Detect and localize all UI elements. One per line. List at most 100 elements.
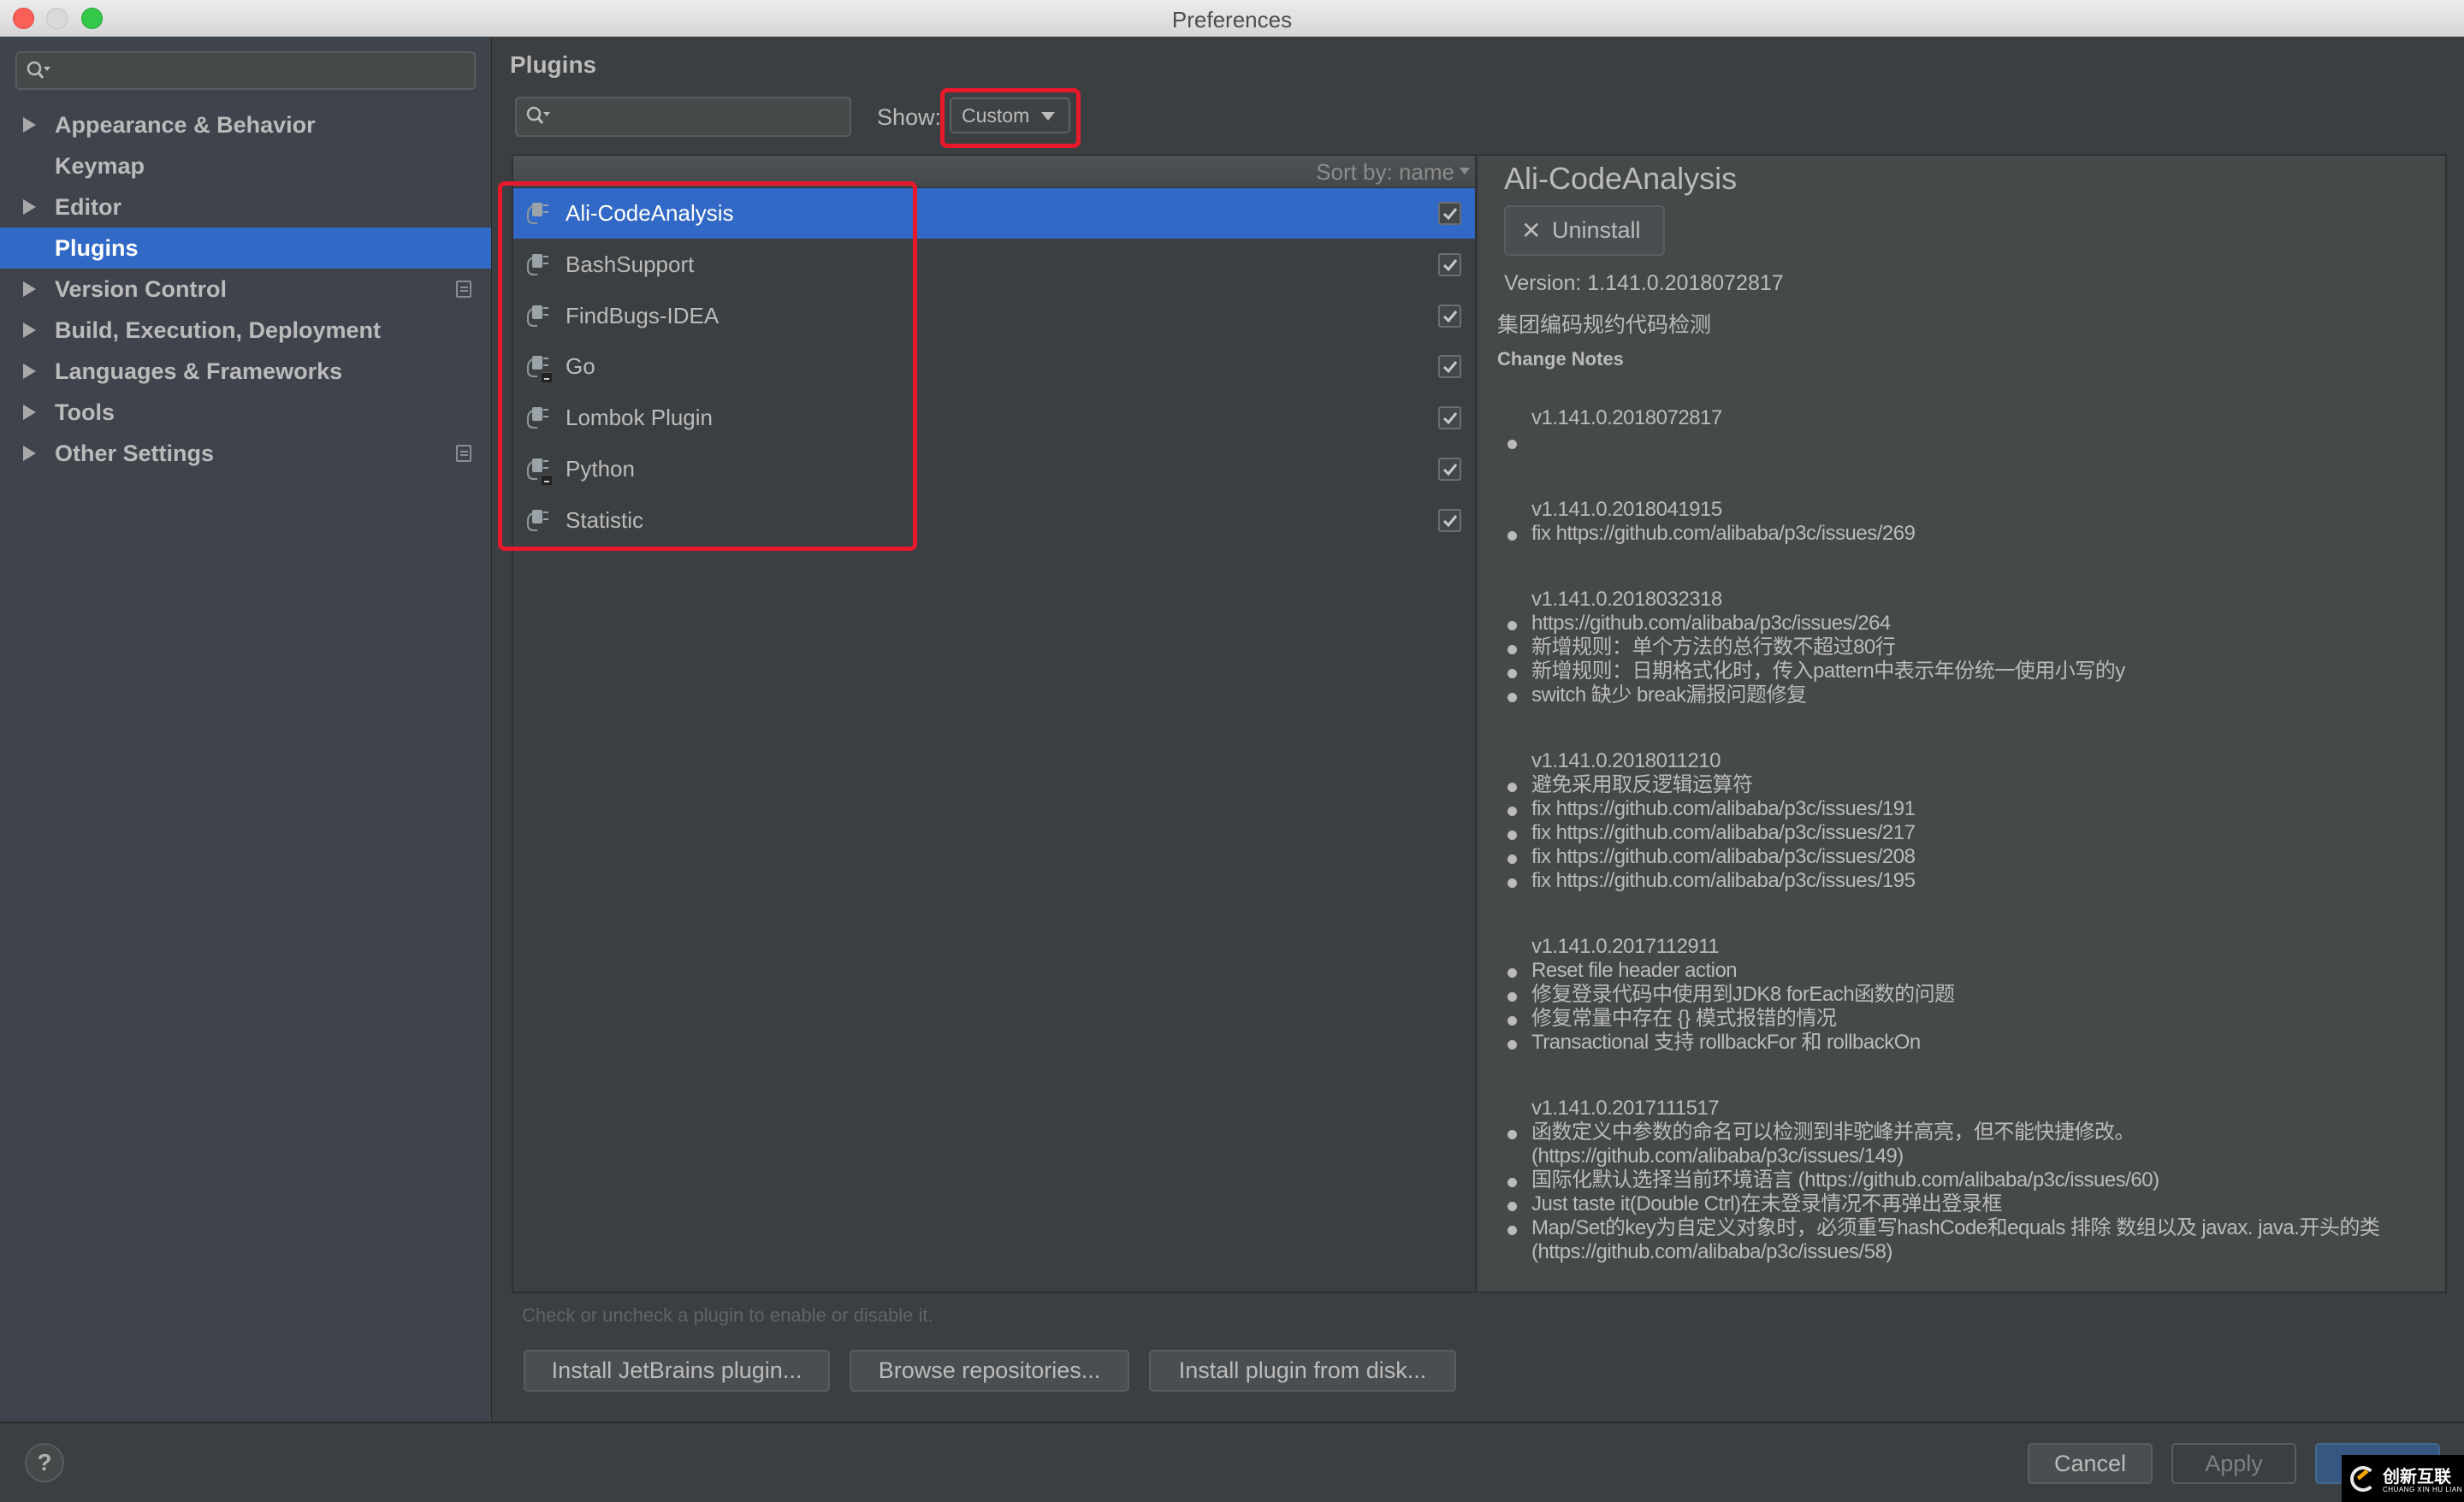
expand-arrow-icon[interactable] [23, 281, 36, 297]
install-jetbrains-plugin-button[interactable]: Install JetBrains plugin... [524, 1350, 830, 1392]
release-note-item: 函数定义中参数的命名可以检测到非驼峰并高亮，但不能快捷修改。(https://g… [1497, 1121, 2438, 1168]
bullet-icon [1507, 440, 1517, 449]
sidebar-item-version-control[interactable]: Version Control [0, 269, 491, 310]
bullet-icon [1507, 645, 1517, 654]
release-version: v1.141.0.2018072817 [1531, 406, 1722, 429]
release-note-text: fix https://github.com/alibaba/p3c/issue… [1531, 821, 1916, 844]
sidebar-item-label: Appearance & Behavior [55, 112, 316, 138]
page-title: Plugins [510, 51, 597, 78]
show-filter-label: Show: [877, 104, 942, 130]
release-version: v1.141.0.2018032318 [1531, 588, 1722, 611]
release-note-text: 修复登录代码中使用到JDK8 forEach函数的问题 [1531, 983, 1955, 1006]
release-note-item: fix https://github.com/alibaba/p3c/issue… [1497, 845, 2438, 869]
release-note-text: 新增规则：单个方法的总行数不超过80行 [1531, 636, 1896, 659]
apply-button[interactable]: Apply [2171, 1443, 2296, 1484]
sidebar-item-plugins[interactable]: Plugins [0, 228, 491, 269]
plugin-enabled-checkbox[interactable] [1438, 202, 1461, 225]
release-note-text: fix https://github.com/alibaba/p3c/issue… [1531, 522, 1916, 545]
plugin-detail-pane: Ali-CodeAnalysis ✕ Uninstall Version: 1.… [1478, 154, 2447, 1293]
release-note-item: 修复常量中存在 {} 模式报错的情况 [1497, 1007, 2438, 1031]
plugin-row[interactable]: Python [513, 444, 1475, 494]
plugin-enabled-checkbox[interactable] [1438, 458, 1461, 481]
sidebar-item-tools[interactable]: Tools [0, 392, 491, 433]
sidebar-item-label: Keymap [55, 153, 145, 179]
expand-arrow-icon[interactable] [23, 405, 36, 420]
sidebar-search-input[interactable] [15, 51, 476, 90]
plugin-icon [525, 303, 551, 328]
project-settings-icon [456, 445, 471, 462]
release-note-item: 新增规则：日期格式化时，传入pattern中表示年份统一使用小写的y [1497, 659, 2438, 683]
plugin-search-input[interactable] [515, 97, 851, 137]
expand-arrow-icon[interactable] [23, 364, 36, 379]
sort-by-dropdown[interactable]: Sort by: name [1316, 159, 1454, 186]
release-notes: v1.141.0.2018032318 https://github.com/al… [1497, 587, 2438, 707]
watermark-subtext: CHUANG XIN HU LIAN [2383, 1486, 2463, 1493]
sidebar-item-keymap[interactable]: Keymap [0, 145, 491, 186]
expand-arrow-icon[interactable] [23, 117, 36, 133]
release-note-item: 新增规则：单个方法的总行数不超过80行 [1497, 636, 2438, 659]
release-note-item: fix https://github.com/alibaba/p3c/issue… [1497, 869, 2438, 893]
release-note-item: fix https://github.com/alibaba/p3c/issue… [1497, 522, 2438, 546]
browse-repositories-button[interactable]: Browse repositories... [850, 1350, 1129, 1392]
install-plugin-from-disk-button[interactable]: Install plugin from disk... [1149, 1350, 1456, 1392]
plugin-detail-name: Ali-CodeAnalysis [1504, 161, 1738, 196]
uninstall-label: Uninstall [1552, 217, 1641, 243]
release-note-item: 避免采用取反逻辑运算符 [1497, 773, 2438, 797]
expand-arrow-icon[interactable] [23, 446, 36, 461]
release-note-item: switch 缺少 break漏报问题修复 [1497, 683, 2438, 707]
release-note-text: fix https://github.com/alibaba/p3c/issue… [1531, 869, 1916, 892]
cancel-button[interactable]: Cancel [2028, 1443, 2153, 1484]
plugin-name: Ali-CodeAnalysis [566, 200, 734, 226]
plugin-name: Lombok Plugin [566, 405, 713, 431]
release-note-text: 函数定义中参数的命名可以检测到非驼峰并高亮，但不能快捷修改。(https://g… [1531, 1121, 2135, 1168]
plugin-row[interactable]: BashSupport [513, 239, 1475, 290]
expand-arrow-icon[interactable] [23, 322, 36, 338]
expand-arrow-icon[interactable] [23, 199, 36, 215]
release-version: v1.141.0.2017111517 [1531, 1097, 1720, 1120]
bullet-icon [1507, 878, 1517, 888]
plugin-enabled-checkbox[interactable] [1438, 304, 1461, 328]
sidebar-item-languages-frameworks[interactable]: Languages & Frameworks [0, 351, 491, 392]
bullet-icon [1507, 992, 1517, 1002]
plugin-enabled-checkbox[interactable] [1438, 406, 1461, 430]
sidebar-item-label: Languages & Frameworks [55, 358, 343, 384]
uninstall-button[interactable]: ✕ Uninstall [1504, 205, 1665, 256]
chevron-down-icon [1460, 168, 1470, 174]
sidebar-item-label: Version Control [55, 276, 228, 302]
release-note-text: https://github.com/alibaba/p3c/issues/26… [1531, 612, 1891, 635]
plugin-enabled-checkbox[interactable] [1438, 252, 1461, 276]
sidebar-item-build-execution-deployment[interactable]: Build, Execution, Deployment [0, 310, 491, 351]
bullet-icon [1507, 1130, 1517, 1139]
sidebar-item-label: Editor [55, 194, 121, 220]
plugin-list: Sort by: name Ali-CodeAnalysis BashSuppor… [512, 154, 1477, 1293]
release-notes: v1.141.0.2018011210 避免采用取反逻辑运算符 fix https:… [1497, 748, 2438, 893]
sidebar-item-editor[interactable]: Editor [0, 186, 491, 228]
plugin-name: Go [566, 353, 595, 380]
release-note-item: 国际化默认选择当前环境语言 (https://github.com/alibab… [1497, 1168, 2438, 1192]
watermark-logo: 创新互联 CHUANG XIN HU LIAN [2342, 1455, 2464, 1502]
release-note-text: Transactional 支持 rollbackFor 和 rollbackO… [1531, 1031, 1921, 1054]
plugin-enabled-checkbox[interactable] [1438, 355, 1461, 379]
bullet-icon [1507, 783, 1517, 792]
change-notes: v1.141.0.2018072817 v1.141.0.2018041915 fi… [1497, 405, 2438, 1292]
window-title: Preferences [1171, 7, 1293, 33]
plugin-enabled-checkbox[interactable] [1438, 508, 1461, 532]
window-titlebar: Preferences [0, 0, 2464, 37]
plugin-hint-text: Check or uncheck a plugin to enable or d… [522, 1304, 933, 1326]
release-note-item: Transactional 支持 rollbackFor 和 rollbackO… [1497, 1031, 2438, 1055]
sidebar-item-other-settings[interactable]: Other Settings [0, 433, 491, 474]
help-button[interactable]: ? [25, 1443, 64, 1482]
bullet-icon [1507, 854, 1517, 864]
plugin-row[interactable]: FindBugs-IDEA [513, 291, 1475, 341]
plugin-row[interactable]: Statistic [513, 495, 1475, 546]
show-filter-dropdown[interactable]: Custom [950, 98, 1070, 133]
sidebar-item-appearance-behavior[interactable]: Appearance & Behavior [0, 104, 491, 145]
release-note-text: switch 缺少 break漏报问题修复 [1531, 683, 1807, 707]
plugin-name: Python [566, 456, 635, 482]
plugin-icon [525, 251, 551, 277]
plugin-row[interactable]: Ali-CodeAnalysis [513, 188, 1475, 239]
plugin-row[interactable]: Go [513, 341, 1475, 392]
sidebar-item-label: Other Settings [55, 441, 215, 466]
plugin-row[interactable]: Lombok Plugin [513, 393, 1475, 443]
release-note-text: 修复常量中存在 {} 模式报错的情况 [1531, 1007, 1837, 1030]
